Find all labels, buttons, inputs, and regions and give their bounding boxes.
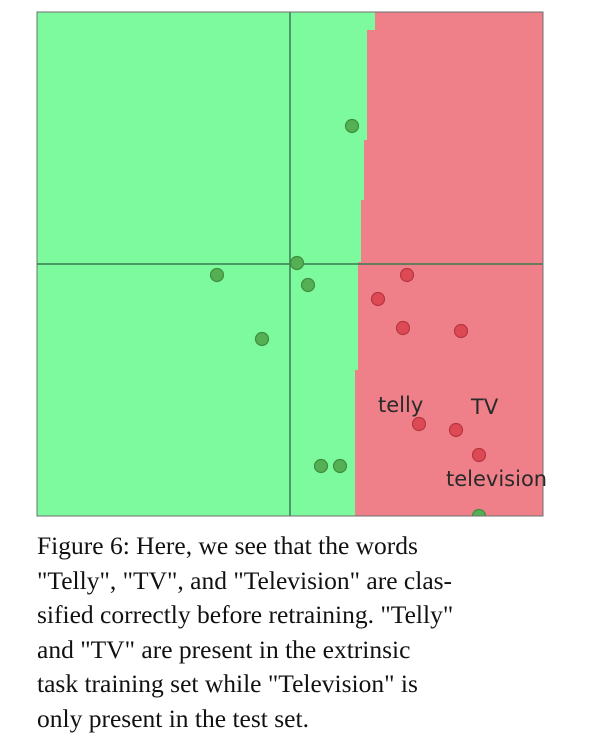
red-point-tv (448, 422, 464, 438)
label-tv: TV (470, 395, 499, 419)
red-point-television (471, 447, 487, 463)
red-point-2 (370, 291, 386, 307)
green-point-7 (332, 458, 348, 474)
label-telly: telly (378, 393, 423, 417)
caption-line: Figure 6: Here, we see that the words (37, 531, 418, 560)
green-point-3 (289, 255, 305, 271)
caption-line: "Telly", "TV", and "Television" are clas… (37, 565, 453, 595)
red-point-3 (395, 320, 411, 336)
classification-figure: telly TV television (36, 11, 547, 517)
green-point-5 (254, 331, 270, 347)
red-point-telly (411, 416, 427, 432)
red-point-1 (399, 267, 415, 283)
figure-caption: Figure 6: Here, we see that the words "T… (37, 529, 567, 737)
green-point-4 (300, 277, 316, 293)
caption-line: sified correctly before retraining. "Tel… (37, 600, 454, 630)
label-television: television (446, 467, 547, 491)
red-point-4 (453, 323, 469, 339)
caption-line: and "TV" are present in the extrinsic (37, 634, 411, 664)
caption-line: only present in the test set. (37, 703, 309, 733)
green-point-6 (313, 458, 329, 474)
caption-line: task training set while "Television" is (37, 669, 418, 699)
green-point-1 (344, 118, 360, 134)
green-point-2 (209, 267, 225, 283)
